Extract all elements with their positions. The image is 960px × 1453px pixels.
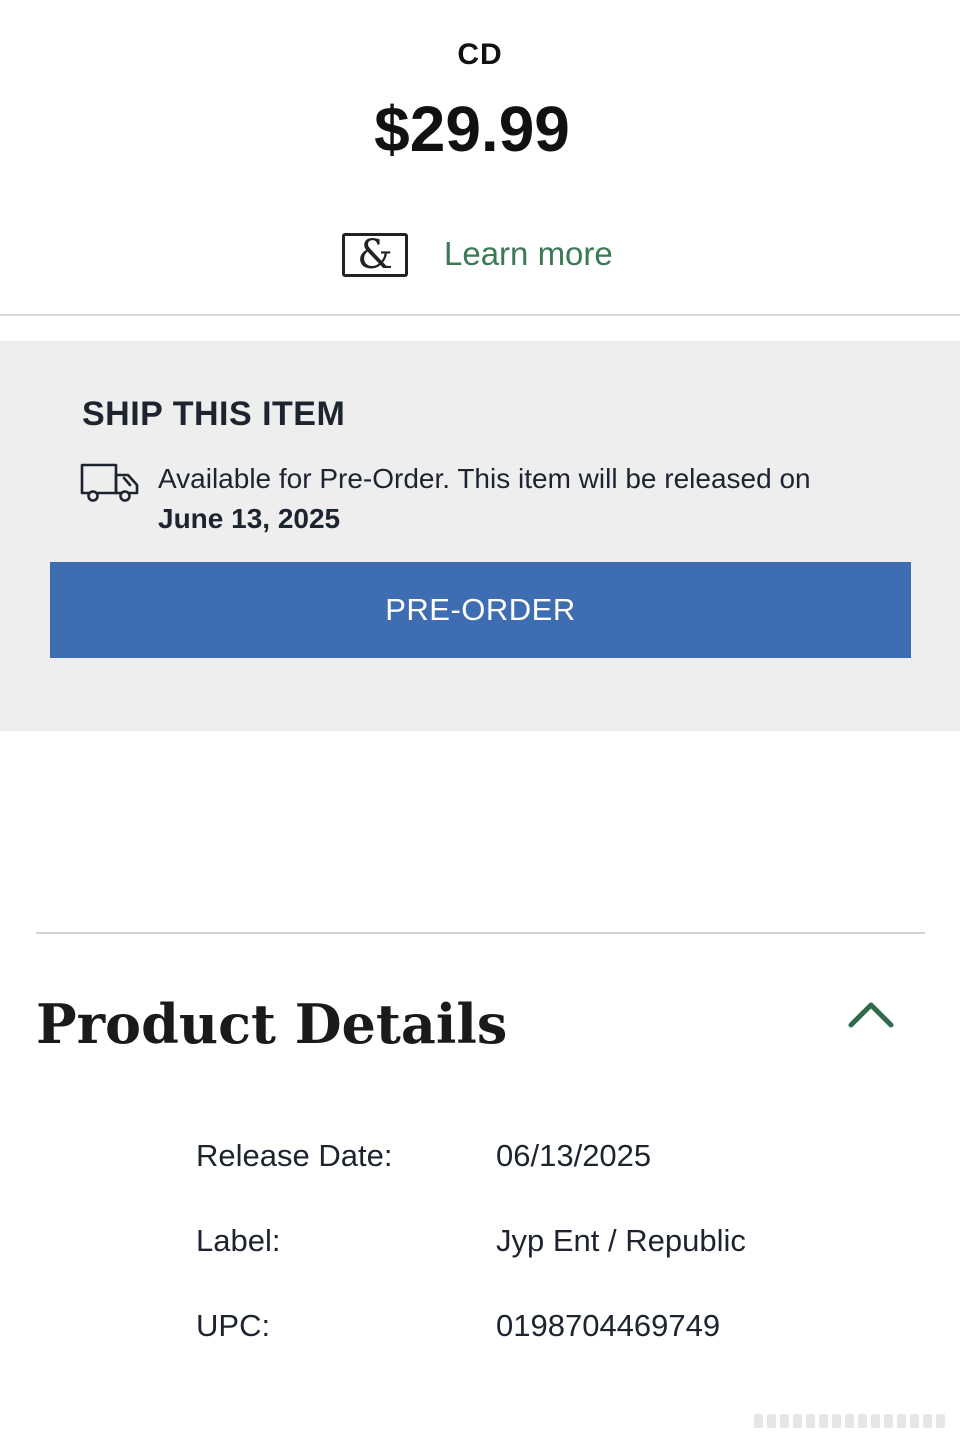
release-date-highlight: June 13, 2025 xyxy=(158,503,341,534)
membership-logo-icon: & xyxy=(342,233,408,277)
product-details-list: Release Date: 06/13/2025 Label: Jyp Ent … xyxy=(196,1138,896,1393)
product-details-heading: Product Details xyxy=(36,992,508,1056)
detail-label: UPC: xyxy=(196,1308,271,1343)
detail-value: 06/13/2025 xyxy=(496,1138,652,1173)
availability-text: Available for Pre-Order. This item will … xyxy=(158,463,811,494)
divider xyxy=(0,314,960,316)
watermark-bars xyxy=(754,1414,945,1428)
detail-label: Label: xyxy=(196,1223,281,1258)
price: $29.99 xyxy=(374,93,570,165)
detail-row-upc: UPC: 0198704469749 xyxy=(196,1308,896,1393)
format-label: CD xyxy=(457,38,503,71)
pre-order-button[interactable]: PRE-ORDER xyxy=(50,562,911,658)
detail-row-release-date: Release Date: 06/13/2025 xyxy=(196,1138,896,1223)
detail-value: Jyp Ent / Republic xyxy=(496,1223,746,1258)
learn-more-link[interactable]: Learn more xyxy=(444,235,613,273)
availability-message: Available for Pre-Order. This item will … xyxy=(158,459,918,539)
divider xyxy=(36,932,925,934)
detail-value: 0198704469749 xyxy=(496,1308,721,1343)
membership-row: & Learn more xyxy=(342,228,613,280)
ship-heading: SHIP THIS ITEM xyxy=(82,395,346,433)
truck-icon xyxy=(80,463,139,502)
ship-this-item-panel: SHIP THIS ITEM Available for Pre-Order. … xyxy=(0,341,960,731)
chevron-up-icon[interactable] xyxy=(838,990,904,1040)
detail-label: Release Date: xyxy=(196,1138,393,1173)
detail-row-label: Label: Jyp Ent / Republic xyxy=(196,1223,896,1308)
